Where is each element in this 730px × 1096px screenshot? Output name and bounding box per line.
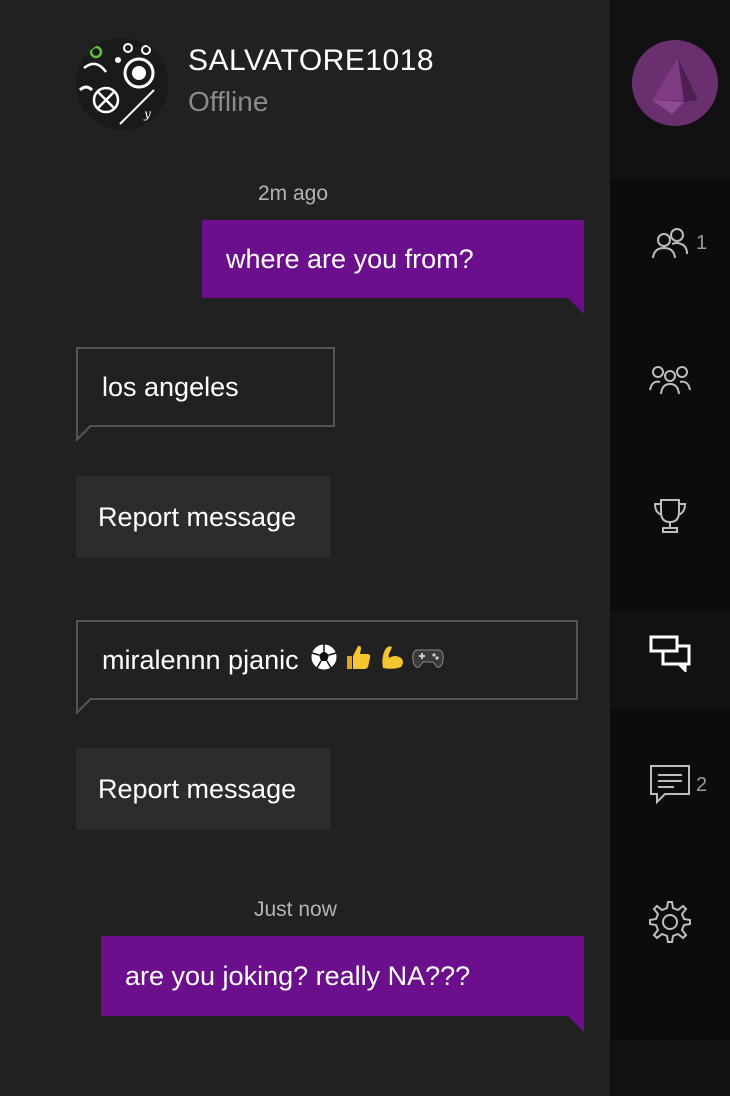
- rail-messages-active[interactable]: [610, 612, 730, 692]
- message-timestamp: Just now: [254, 898, 337, 921]
- friends-count-badge: 1: [696, 232, 708, 254]
- game-controller-icon: [411, 642, 445, 679]
- controller-pattern-avatar-icon: y: [76, 38, 168, 130]
- notifications-icon: [650, 765, 690, 805]
- incoming-message[interactable]: miralennn pjanic: [76, 620, 578, 715]
- outgoing-message[interactable]: where are you from?: [202, 220, 584, 314]
- rail-friends[interactable]: [610, 204, 730, 284]
- bubble-tail: [568, 1016, 584, 1032]
- guide-rail: 1 2: [610, 0, 730, 1096]
- svg-text:y: y: [143, 107, 151, 121]
- presence-status: Offline: [188, 86, 269, 117]
- profile-gem-icon: [632, 40, 718, 126]
- rail-achievements[interactable]: [610, 476, 730, 556]
- trophy-icon: [653, 499, 687, 533]
- report-message-button[interactable]: Report message: [76, 748, 330, 830]
- rail-party[interactable]: [610, 340, 730, 420]
- notifications-count-badge: 2: [696, 774, 708, 796]
- chat-panel: y SALVATORE1018 Offline 2m ago where are…: [0, 0, 610, 1096]
- message-text: los angeles: [102, 371, 239, 402]
- my-profile-avatar[interactable]: [632, 40, 718, 126]
- incoming-message[interactable]: los angeles: [76, 347, 335, 442]
- profile-avatar[interactable]: y: [76, 38, 168, 130]
- rail-settings[interactable]: [610, 882, 730, 962]
- outgoing-message[interactable]: are you joking? really NA???: [101, 936, 584, 1032]
- chat-icon: [649, 635, 691, 672]
- message-text: where are you from?: [226, 243, 474, 274]
- gamertag: SALVATORE1018: [188, 44, 435, 77]
- friends-icon: [652, 228, 688, 259]
- message-timestamp: 2m ago: [258, 182, 329, 205]
- report-message-button[interactable]: Report message: [76, 476, 330, 558]
- message-text: miralennn pjanic: [102, 644, 299, 675]
- settings-icon: [649, 901, 691, 943]
- bubble-tail: [568, 298, 584, 314]
- soccer-ball-icon: [309, 642, 339, 679]
- message-text: are you joking? really NA???: [125, 960, 471, 991]
- thumbs-up-icon: [343, 642, 373, 679]
- party-icon: [649, 366, 691, 395]
- rail-notifications[interactable]: [610, 744, 730, 824]
- flexed-biceps-icon: [377, 642, 407, 679]
